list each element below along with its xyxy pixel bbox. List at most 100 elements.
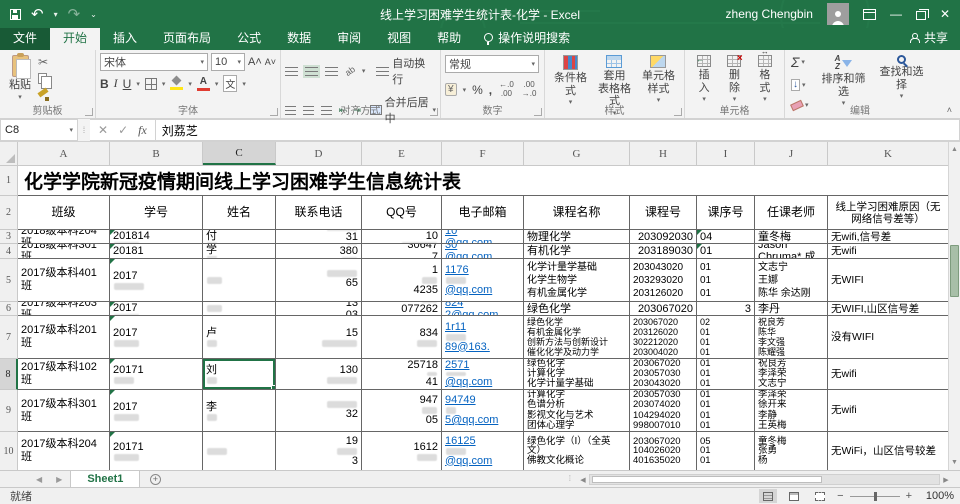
insert-function-icon[interactable]: fx [138,123,147,138]
header-cell[interactable]: 线上学习困难原因（无网络信号差等） [828,196,948,230]
cell-B3[interactable]: 201814 [110,230,203,244]
cell-D4[interactable]: 380 [276,244,362,259]
cell-D6[interactable]: 1303 [276,302,362,316]
column-header-I[interactable]: I [697,142,755,165]
cell-E6[interactable]: 077262 [362,302,442,316]
customize-qat-icon[interactable]: ⌄ [90,10,97,19]
font-color-button[interactable]: A [197,77,210,91]
copy-button[interactable] [36,72,51,85]
cell-I7[interactable]: 02 01 01 01 [697,316,755,359]
italic-button[interactable]: I [114,76,118,91]
row-header[interactable]: 3 [0,230,18,244]
cell-K7[interactable]: 没有WIFI [828,316,948,359]
cell-E3[interactable]: 10 [362,230,442,244]
cell-C10[interactable] [203,432,276,470]
orientation-button[interactable]: ab [343,64,357,78]
share-button[interactable]: 共享 [897,26,960,50]
cell-G7[interactable]: 绿色化学 有机金属化学 创新方法与创新设计 催化化学及动力学 [524,316,630,359]
cell-C5[interactable] [203,259,276,302]
cell-G9[interactable]: 计算化学 色谱分析 影视文化与艺术 团体心理学 [524,390,630,432]
cell-E9[interactable]: 94705 [362,390,442,432]
header-cell[interactable]: 电子邮箱 [442,196,524,230]
fill-button[interactable]: ↓▾ [789,78,811,92]
cell-A5[interactable]: 2017级本科401班 [18,259,110,302]
font-size-select[interactable]: 10▾ [211,53,245,71]
tab-split-handle[interactable]: ⁞ [569,474,570,483]
cell-H9[interactable]: 203057030 203074020 104294020 998007010 [630,390,697,432]
new-sheet-button[interactable]: + [140,471,170,487]
cell-K10[interactable]: 无WiFi，山区信号较差 [828,432,948,470]
cell-H4[interactable]: 203189030 [630,244,697,259]
tell-me-search[interactable]: 操作说明搜索 [474,26,580,50]
cell-D5[interactable]: 65 [276,259,362,302]
scroll-left-icon[interactable]: ◀ [577,476,589,484]
tab-页面布局[interactable]: 页面布局 [150,26,224,50]
select-all-corner[interactable] [0,142,18,165]
cell-B9[interactable]: 2017 [110,390,203,432]
cell-E8[interactable]: 2571841 [362,359,442,390]
cell-H3[interactable]: 203092030 [630,230,697,244]
insert-cells-button[interactable]: 插入 ▾ [689,53,719,106]
row-header[interactable]: 10 [0,432,18,470]
cell-J4[interactable]: Jason Chruma* 成 [755,244,828,259]
autosum-button[interactable]: Σ▾ [789,54,811,70]
redo-icon[interactable]: ↷ [68,7,81,22]
tab-帮助[interactable]: 帮助 [424,26,474,50]
cell-E5[interactable]: 14235 [362,259,442,302]
header-cell[interactable]: 姓名 [203,196,276,230]
paste-button[interactable]: 粘贴 ▾ [4,53,36,104]
cell-F9[interactable]: 947495@qq.com [442,390,524,432]
tab-公式[interactable]: 公式 [224,26,274,50]
scroll-down-icon[interactable]: ▼ [949,455,960,470]
bold-button[interactable]: B [100,77,109,91]
cell-F3[interactable]: 10@qq.com [442,230,524,244]
confirm-entry-icon[interactable]: ✓ [118,123,128,137]
cell-B7[interactable]: 2017 [110,316,203,359]
name-box-dropdown-icon[interactable]: ▾ [69,126,73,134]
grow-font-button[interactable]: A˄ [248,56,262,68]
cell-A6[interactable]: 2017级本科203班 [18,302,110,316]
tab-视图[interactable]: 视图 [374,26,424,50]
cell-E7[interactable]: 834 [362,316,442,359]
column-header-D[interactable]: D [276,142,362,165]
cell-A7[interactable]: 2017级本科201班 [18,316,110,359]
cell-G3[interactable]: 物理化学 [524,230,630,244]
font-name-select[interactable]: 宋体▾ [100,53,208,71]
cell-K9[interactable]: 无wifi [828,390,948,432]
cell-J5[interactable]: 文志宁 王娜 陈华 余达刚 [755,259,828,302]
cell-C6[interactable] [203,302,276,316]
cell-D8[interactable]: 130 [276,359,362,390]
column-header-K[interactable]: K [828,142,948,165]
phonetic-guide-button[interactable]: 文 [223,75,237,92]
column-header-H[interactable]: H [630,142,697,165]
cell-C9[interactable]: 李 [203,390,276,432]
wrap-text-button[interactable]: 自动换行 [376,55,436,87]
cell-E10[interactable]: 1612 [362,432,442,470]
cell-G10[interactable]: 绿色化学（Ⅰ）（全英文） 佛教文化概论 [524,432,630,470]
vertical-scrollbar[interactable]: ▲ ▼ [948,142,960,470]
borders-dropdown-icon[interactable]: ▾ [162,80,166,88]
cell-H5[interactable]: 203043020 203293020 203126020 [630,259,697,302]
cell-I6[interactable]: 3 [697,302,755,316]
row-header[interactable]: 8 [0,359,18,390]
cell-J3[interactable]: 童冬梅 [755,230,828,244]
accounting-format-button[interactable]: ¥ [445,83,457,96]
page-layout-view-button[interactable] [785,489,803,503]
ribbon-display-options-icon[interactable] [863,9,876,20]
cell-A8[interactable]: 2017级本科102班 [18,359,110,390]
avatar[interactable] [827,3,849,25]
cell-F4[interactable]: 30@qq.com [442,244,524,259]
cell-C3[interactable]: 付 [203,230,276,244]
vertical-scroll-thumb[interactable] [950,245,959,297]
cut-button[interactable]: ✂ [36,55,51,69]
column-header-A[interactable]: A [18,142,110,165]
column-header-C[interactable]: C [203,142,276,165]
row-header[interactable]: 9 [0,390,18,432]
cell-D3[interactable]: 31 [276,230,362,244]
styles-dialog-launcher[interactable] [674,108,682,116]
header-cell[interactable]: 课程号 [630,196,697,230]
fill-color-button[interactable] [170,77,183,90]
cell-I3[interactable]: 04 [697,230,755,244]
cell-B10[interactable]: 20171 [110,432,203,470]
tab-审阅[interactable]: 审阅 [324,26,374,50]
